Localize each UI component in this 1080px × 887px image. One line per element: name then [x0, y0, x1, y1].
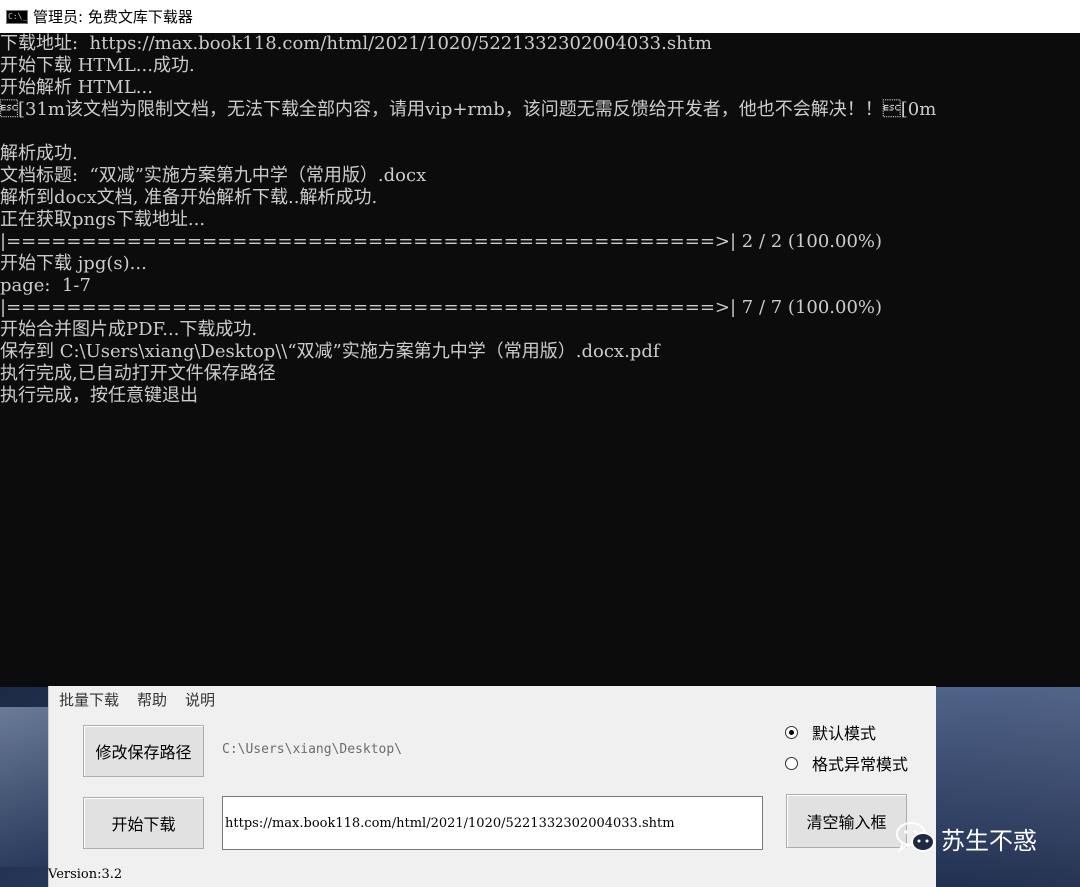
mode-abnormal-option[interactable]: 格式异常模式 [785, 751, 908, 775]
watermark-text: 苏生不惑 [941, 826, 1037, 855]
wechat-icon [896, 822, 935, 853]
radio-unchecked-icon[interactable] [785, 756, 798, 770]
console-line: page: 1-7 [0, 275, 91, 296]
console-line: 下载地址: https://max.book118.com/html/2021/… [0, 33, 712, 54]
console-line: 正在获取pngs下载地址... [0, 209, 206, 230]
console-line: 解析成功. [0, 143, 78, 164]
mode-default-label: 默认模式 [812, 724, 877, 743]
console-line: 开始下载 HTML...成功. [0, 55, 195, 76]
menu-instructions[interactable]: 说明 [185, 689, 215, 710]
menu-bar: 批量下载 帮助 说明 [59, 688, 215, 710]
console-line: 开始合并图片成PDF...下载成功. [0, 319, 258, 340]
console-line: 执行完成,已自动打开文件保存路径 [0, 363, 276, 384]
downloader-window: 批量下载 帮助 说明 修改保存路径 C:\Users\xiang\Desktop… [48, 686, 936, 887]
mode-default-option[interactable]: 默认模式 [785, 720, 876, 744]
menu-batch-download[interactable]: 批量下载 [59, 689, 119, 710]
version-label: Version:3.2 [48, 867, 123, 882]
console-line: 文档标题: “双减”实施方案第九中学（常用版）.docx [0, 165, 427, 186]
progress-bar-line: |=======================================… [0, 297, 883, 318]
radio-checked-icon[interactable] [785, 725, 798, 739]
wallpaper-streak [930, 687, 1080, 887]
start-download-button[interactable]: 开始下载 [83, 797, 204, 849]
console-output[interactable]: 下载地址: https://max.book118.com/html/2021/… [0, 33, 1080, 687]
url-input[interactable]: https://max.book118.com/html/2021/1020/5… [222, 796, 763, 850]
console-line: 开始下载 jpg(s)... [0, 253, 147, 274]
change-save-path-button[interactable]: 修改保存路径 [83, 725, 204, 777]
console-line: 执行完成，按任意键退出 [0, 385, 198, 406]
clear-input-button[interactable]: 清空输入框 [786, 794, 907, 848]
console-line: 开始解析 HTML... [0, 77, 153, 98]
mode-abnormal-label: 格式异常模式 [812, 755, 909, 774]
console-line: [31m该文档为限制文档，无法下载全部内容，请用vip+rmb，该问题无需反馈… [0, 99, 937, 120]
console-line: 解析到docx文档, 准备开始解析下载..解析成功. [0, 187, 378, 208]
command-prompt-icon [6, 9, 28, 24]
console-line: 保存到 C:\Users\xiang\Desktop\\“双减”实施方案第九中学… [0, 341, 660, 362]
menu-help[interactable]: 帮助 [137, 689, 167, 710]
window-title: 管理员: 免费文库下载器 [33, 8, 193, 26]
save-path-label: C:\Users\xiang\Desktop\ [222, 742, 403, 757]
progress-bar-line: |=======================================… [0, 231, 883, 252]
watermark: 苏生不惑 [895, 820, 1037, 856]
console-title-bar[interactable]: 管理员: 免费文库下载器 [0, 0, 1080, 33]
